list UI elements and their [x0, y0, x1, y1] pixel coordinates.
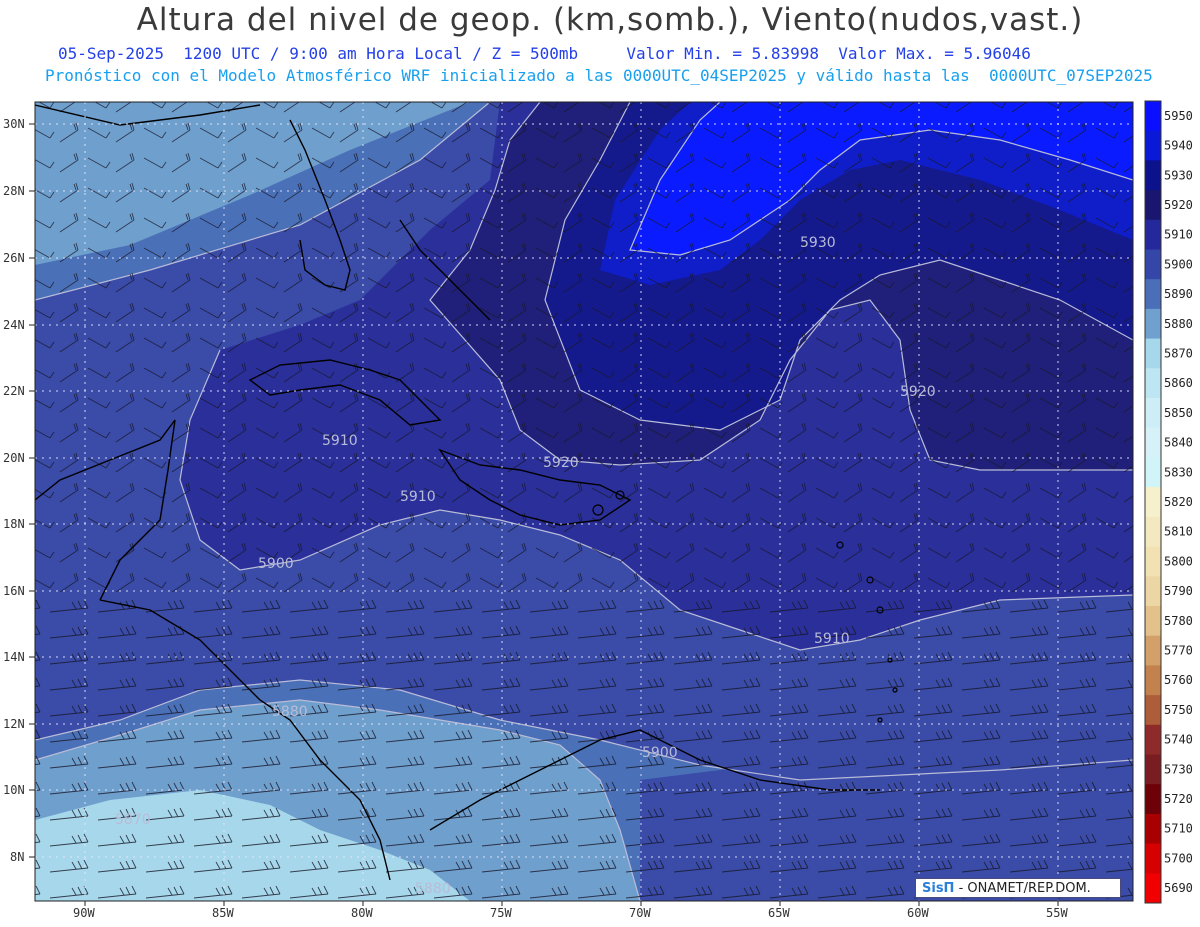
- colorbar-swatch: [1145, 724, 1161, 755]
- colorbar-swatch: [1145, 516, 1161, 548]
- lat-label: 14N: [3, 650, 25, 664]
- colorbar-swatch: [1145, 813, 1161, 845]
- lat-ticks: [29, 123, 35, 858]
- colorbar-swatch: [1145, 754, 1161, 785]
- lon-label: 90W: [73, 906, 95, 920]
- colorbar-swatch: [1145, 368, 1161, 399]
- colorbar-swatch: [1145, 843, 1161, 874]
- colorbar-swatch: [1145, 576, 1161, 607]
- colorbar-label: 5730: [1164, 762, 1193, 776]
- colorbar-swatch: [1145, 457, 1161, 488]
- colorbar-swatch: [1145, 249, 1161, 280]
- colorbar-label: 5870: [1164, 347, 1193, 361]
- colorbar-label: 5720: [1164, 792, 1193, 806]
- credit-badge: SisΠ - ONAMET/REP.DOM.: [915, 878, 1121, 898]
- contour-label: 5880: [415, 881, 451, 897]
- colorbar-swatch: [1145, 279, 1161, 310]
- contour-label: 5900: [642, 745, 678, 761]
- latitude-labels: 30N 28N 26N 24N 22N 20N 18N 16N 14N 12N …: [3, 117, 25, 864]
- lon-label: 85W: [212, 906, 234, 920]
- colorbar-label: 5760: [1164, 673, 1193, 687]
- forecast-map: 5930 5920 5920 5910 5910 5910 5900 5900 …: [3, 100, 1193, 920]
- colorbar-label: 5860: [1164, 376, 1193, 390]
- colorbar-label: 5930: [1164, 168, 1193, 182]
- lat-label: 18N: [3, 517, 25, 531]
- lon-label: 80W: [351, 906, 373, 920]
- colorbar-swatch: [1145, 101, 1161, 132]
- height-field: 5930 5920 5920 5910 5910 5910 5900 5900 …: [35, 102, 1133, 901]
- longitude-labels: 90W 85W 80W 75W 70W 65W 60W 55W: [73, 906, 1068, 920]
- colorbar: 5950 5940 5930 5920 5910 5900 5890 5880 5870 5860…: [1144, 100, 1193, 904]
- colorbar-swatch: [1145, 546, 1161, 577]
- credit-text: - ONAMET/REP.DOM.: [958, 881, 1091, 896]
- colorbar-label: 5810: [1164, 525, 1193, 539]
- colorbar-swatch: [1145, 873, 1161, 904]
- lat-label: 24N: [3, 318, 25, 332]
- lat-label: 12N: [3, 717, 25, 731]
- colorbar-swatch: [1145, 190, 1161, 221]
- colorbar-swatch: [1145, 487, 1161, 518]
- colorbar-label: 5920: [1164, 198, 1193, 212]
- colorbar-label: 5780: [1164, 614, 1193, 628]
- colorbar-label: 5690: [1164, 881, 1193, 895]
- lat-label: 30N: [3, 117, 25, 131]
- colorbar-label: 5950: [1164, 109, 1193, 123]
- lon-label: 55W: [1046, 906, 1068, 920]
- colorbar-label: 5790: [1164, 584, 1193, 598]
- colorbar-swatch: [1145, 219, 1161, 250]
- colorbar-label: 5740: [1164, 733, 1193, 747]
- colorbar-label: 5890: [1164, 287, 1193, 301]
- lat-label: 22N: [3, 384, 25, 398]
- contour-label: 5910: [322, 433, 358, 449]
- colorbar-label: 5830: [1164, 465, 1193, 479]
- lat-label: 26N: [3, 251, 25, 265]
- colorbar-swatch: [1145, 635, 1161, 666]
- colorbar-label: 5910: [1164, 228, 1193, 242]
- wind-barbs-south: [35, 600, 1133, 901]
- colorbar-label: 5850: [1164, 406, 1193, 420]
- contour-label: 5920: [543, 455, 579, 471]
- contour-label: 5870: [115, 812, 151, 828]
- colorbar-swatch: [1145, 784, 1161, 815]
- lat-label: 8N: [10, 850, 24, 864]
- contour-label: 5880: [272, 704, 308, 720]
- colorbar-label: 5710: [1164, 822, 1193, 836]
- sisp-logo: SisΠ: [922, 881, 955, 896]
- lat-label: 10N: [3, 783, 25, 797]
- colorbar-swatch: [1145, 398, 1161, 429]
- contour-label: 5920: [900, 384, 936, 400]
- colorbar-swatch: [1145, 130, 1161, 161]
- colorbar-swatch: [1145, 160, 1161, 191]
- colorbar-swatch: [1145, 665, 1161, 696]
- lat-label: 16N: [3, 584, 25, 598]
- colorbar-label: 5940: [1164, 139, 1193, 153]
- contour-label: 5900: [258, 556, 294, 572]
- colorbar-swatch: [1145, 427, 1161, 458]
- lon-label: 65W: [768, 906, 790, 920]
- colorbar-swatch: [1145, 695, 1161, 726]
- lon-label: 60W: [907, 906, 929, 920]
- contour-label: 5930: [800, 235, 836, 251]
- colorbar-label: 5770: [1164, 644, 1193, 658]
- colorbar-label: 5820: [1164, 495, 1193, 509]
- colorbar-swatch: [1145, 338, 1161, 369]
- wind-barbs-north: [35, 102, 1133, 602]
- colorbar-label: 5700: [1164, 851, 1193, 865]
- colorbar-label: 5840: [1164, 436, 1193, 450]
- lon-label: 70W: [629, 906, 651, 920]
- colorbar-label: 5800: [1164, 554, 1193, 568]
- lon-label: 75W: [490, 906, 512, 920]
- colorbar-swatch: [1145, 308, 1161, 340]
- contour-label: 5910: [400, 489, 436, 505]
- colorbar-label: 5880: [1164, 317, 1193, 331]
- colorbar-swatch: [1145, 606, 1161, 637]
- colorbar-label: 5900: [1164, 257, 1193, 271]
- lat-label: 28N: [3, 184, 25, 198]
- colorbar-label: 5750: [1164, 703, 1193, 717]
- lat-label: 20N: [3, 451, 25, 465]
- contour-label: 5910: [814, 631, 850, 647]
